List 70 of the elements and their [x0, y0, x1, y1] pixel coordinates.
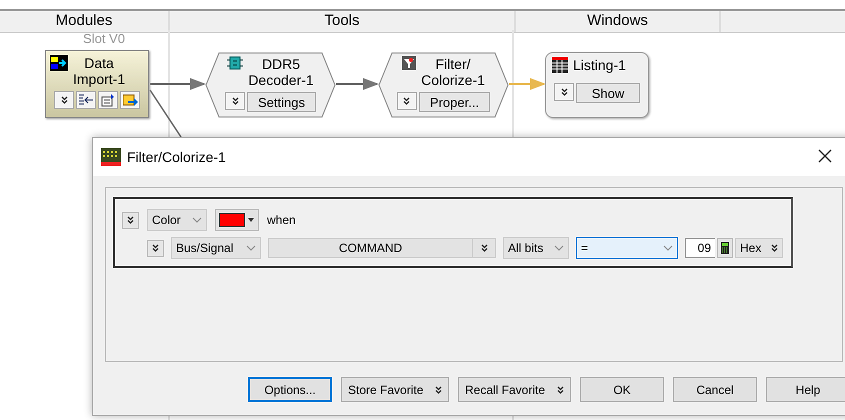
- list-button[interactable]: [76, 91, 96, 109]
- double-chevron-icon: [60, 96, 68, 104]
- dialog-button[interactable]: Recall Favorite: [458, 377, 571, 402]
- node-title: Data: [83, 55, 115, 71]
- dropdown-caret-icon: [192, 217, 202, 223]
- color-picker[interactable]: [215, 209, 259, 231]
- expand-button[interactable]: [122, 212, 139, 228]
- app-icon: [101, 148, 121, 166]
- dropdown-caret-icon: [554, 245, 564, 251]
- dialog-button[interactable]: OK: [580, 377, 664, 402]
- node-title: Colorize-1: [421, 72, 485, 88]
- dropdown-caret-icon: [246, 245, 256, 251]
- expand-button[interactable]: [554, 83, 574, 101]
- slot-label: Slot V0: [82, 31, 126, 46]
- source-dropdown[interactable]: Bus/Signal: [171, 237, 261, 259]
- radix-dropdown[interactable]: Hex: [735, 238, 783, 258]
- node-title: Listing-1: [573, 57, 626, 73]
- double-chevron-icon: [152, 244, 159, 252]
- funnel-icon: [402, 56, 416, 70]
- dialog-button[interactable]: Help: [766, 377, 845, 402]
- node-button[interactable]: Settings: [247, 92, 316, 112]
- dropdown-caret-icon: [663, 245, 673, 251]
- folder-arrow-icon: [122, 93, 138, 107]
- double-chevron-icon: [403, 97, 410, 105]
- double-chevron-icon: [480, 244, 488, 252]
- connector-line: [149, 90, 182, 138]
- dropdown-arrow-icon: [248, 218, 254, 222]
- value-field[interactable]: 09: [685, 238, 715, 258]
- table-icon: [552, 57, 568, 73]
- close-icon: [818, 149, 832, 163]
- node-title: Import-1: [73, 71, 126, 87]
- double-chevron-icon: [771, 244, 778, 252]
- expand-button[interactable]: [225, 92, 245, 110]
- dialog-button[interactable]: Options...: [248, 377, 332, 402]
- double-chevron-icon: [557, 386, 564, 394]
- when-label: when: [267, 213, 296, 227]
- expand-button[interactable]: [147, 240, 164, 256]
- window-node[interactable]: Listing-1 Show: [545, 52, 649, 118]
- close-button[interactable]: [817, 149, 833, 165]
- list-icon: [79, 94, 93, 106]
- signal-field[interactable]: COMMAND: [268, 238, 496, 258]
- double-chevron-icon: [127, 216, 134, 224]
- properties-icon: [101, 94, 115, 106]
- action-dropdown[interactable]: Color: [147, 209, 207, 231]
- module-node[interactable]: Data Import-1: [45, 50, 149, 118]
- connector-arrow: [150, 78, 206, 90]
- operator-dropdown[interactable]: =: [576, 237, 678, 259]
- properties-button[interactable]: [98, 91, 118, 109]
- connector-arrow: [336, 78, 379, 90]
- node-title: Filter/: [434, 56, 472, 72]
- double-chevron-icon: [435, 386, 442, 394]
- dialog-title: Filter/Colorize-1: [127, 149, 227, 165]
- chip-icon: [227, 56, 244, 70]
- double-chevron-icon: [232, 97, 238, 105]
- node-title: DDR5: [260, 56, 302, 72]
- column-header: Windows: [516, 11, 721, 32]
- dialog-button[interactable]: Store Favorite: [341, 377, 449, 402]
- bits-dropdown[interactable]: All bits: [503, 237, 569, 259]
- expand-button[interactable]: [396, 92, 417, 110]
- calculator-icon: [721, 242, 729, 254]
- dialog-button[interactable]: Cancel: [673, 377, 757, 402]
- calculator-button[interactable]: [717, 238, 733, 258]
- expand-button[interactable]: [54, 91, 74, 109]
- double-chevron-icon: [560, 88, 568, 96]
- connector-arrow: [509, 78, 546, 90]
- module-icon: [50, 55, 68, 71]
- node-button[interactable]: Show: [576, 83, 640, 103]
- node-button[interactable]: Proper...: [418, 92, 490, 112]
- export-button[interactable]: [120, 91, 140, 109]
- node-title: Decoder-1: [248, 72, 314, 88]
